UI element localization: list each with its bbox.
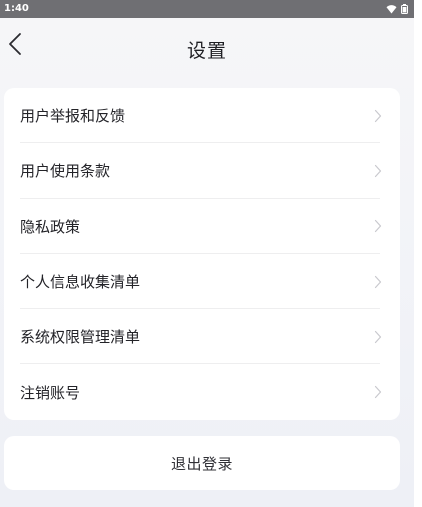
menu-item-delete-account[interactable]: 注销账号 bbox=[4, 364, 400, 419]
settings-screen: 1:40 设置 用户举报和反馈 用户使用条款 隐私政策 个人信息收集清单 系统权… bbox=[0, 0, 422, 507]
menu-item-label: 用户使用条款 bbox=[20, 162, 111, 181]
menu-item-user-terms[interactable]: 用户使用条款 bbox=[4, 143, 400, 199]
chevron-right-icon bbox=[374, 330, 382, 343]
navigation-header: 设置 bbox=[0, 18, 414, 76]
chevron-right-icon bbox=[374, 386, 382, 399]
menu-item-label: 隐私政策 bbox=[20, 217, 81, 236]
chevron-right-icon bbox=[374, 164, 382, 178]
menu-item-system-permissions[interactable]: 系统权限管理清单 bbox=[4, 309, 400, 365]
battery-icon bbox=[401, 4, 408, 14]
chevron-right-icon bbox=[374, 220, 382, 233]
settings-menu-card: 用户举报和反馈 用户使用条款 隐私政策 个人信息收集清单 系统权限管理清单 注销… bbox=[4, 88, 400, 420]
logout-label: 退出登录 bbox=[170, 454, 233, 473]
status-bar: 1:40 bbox=[0, 0, 414, 18]
status-icons bbox=[386, 4, 408, 14]
logout-button[interactable]: 退出登录 bbox=[4, 436, 400, 490]
menu-item-privacy-policy[interactable]: 隐私政策 bbox=[4, 199, 400, 255]
wifi-icon bbox=[386, 4, 397, 14]
menu-item-label: 注销账号 bbox=[20, 383, 81, 402]
menu-item-personal-info-list[interactable]: 个人信息收集清单 bbox=[4, 254, 400, 310]
menu-item-report-feedback[interactable]: 用户举报和反馈 bbox=[4, 88, 400, 144]
page-title: 设置 bbox=[186, 40, 227, 62]
menu-item-label: 系统权限管理清单 bbox=[20, 328, 141, 347]
chevron-right-icon bbox=[374, 275, 382, 288]
right-edge bbox=[414, 0, 422, 507]
chevron-right-icon bbox=[374, 109, 382, 122]
menu-item-label: 个人信息收集清单 bbox=[20, 273, 141, 292]
status-time: 1:40 bbox=[4, 3, 29, 14]
menu-item-label: 用户举报和反馈 bbox=[20, 107, 126, 126]
